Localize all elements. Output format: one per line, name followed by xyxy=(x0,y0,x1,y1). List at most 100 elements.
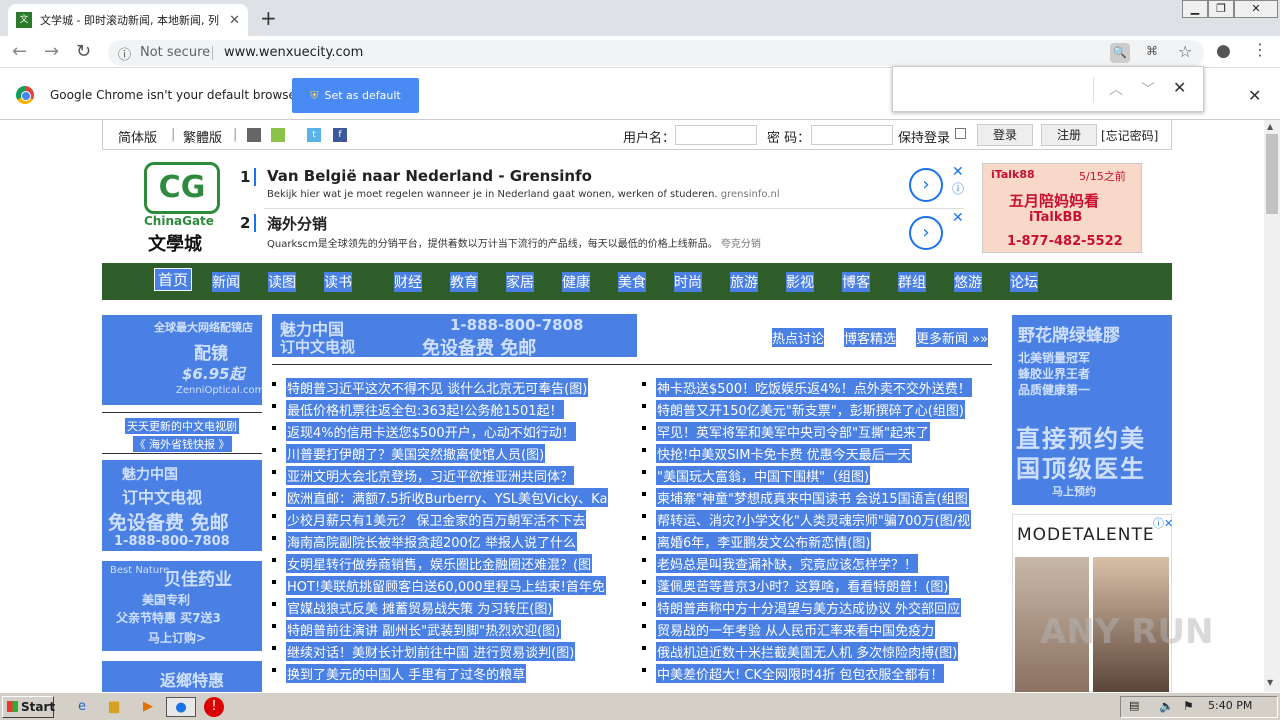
news-link[interactable]: 官媒战狼式反美 摊蓄贸易战失策 为习转圧(图) xyxy=(286,598,554,617)
hot-topics-link[interactable]: 热点讨论 xyxy=(772,328,825,347)
savings-link[interactable]: 《 海外省钱快报 》 xyxy=(132,436,232,452)
volume-icon[interactable]: 🔈 xyxy=(1159,699,1174,713)
news-link[interactable]: 少校月薪只有1美元？ 保卫金家的百万朝军活不下去 xyxy=(286,510,587,529)
news-link[interactable]: 海南高院副院长被举报贪超200亿 举报人说了什么 xyxy=(286,532,577,551)
news-link[interactable]: 特朗普习近平这次不得不见 谈什么北京无可奉告(图) xyxy=(286,378,589,397)
site-logo[interactable]: CG ChinaGate 文學城 xyxy=(140,162,224,255)
nav-fashion[interactable]: 时尚 xyxy=(674,272,702,292)
modetalente-ad[interactable]: MODETALENTE ⓘ✕ xyxy=(1012,514,1173,692)
minimize-icon[interactable]: ▁ xyxy=(1182,0,1208,18)
best-nature-ad[interactable]: Best Nature 贝佳药业 美国专利 父亲节特惠 买7送3 马上订购> xyxy=(102,561,262,651)
news-link[interactable]: 快抢!中美双SIM卡免卡费 优惠今天最后一天 xyxy=(656,444,912,463)
zenni-optical-ad[interactable]: 全球最大网络配镜店 配镜 $6.95起 ZenniOptical.com xyxy=(102,315,262,405)
nav-groups[interactable]: 群组 xyxy=(898,272,926,292)
tv-series-link[interactable]: 天天更新的中文电视剧 xyxy=(125,418,239,434)
text-ad-2[interactable]: 2 海外分销 Quarkscm是全球领先的分销平台，提供着数以万计当下流行的产品… xyxy=(240,210,970,254)
username-input[interactable] xyxy=(675,125,757,145)
blog-picks-link[interactable]: 博客精选 xyxy=(844,328,897,347)
news-link[interactable]: 特朗普前往演讲 副州长"武装到脚"热烈欢迎(图) xyxy=(286,620,562,639)
news-link[interactable]: 离婚6年，李亚鹏发文公布新恋情(图) xyxy=(656,532,872,551)
news-link[interactable]: HOT!美联航挑留顾客白送60,000里程马上结束!首年免 xyxy=(286,576,606,595)
start-button[interactable]: Start xyxy=(2,696,55,718)
nav-forum[interactable]: 论坛 xyxy=(1010,272,1038,292)
news-link[interactable]: 女明星转行做券商销售，娱乐圈比金融圈还难混？(图 xyxy=(286,554,593,573)
health-ad-right[interactable]: 野花牌绿蜂膠 北美销量冠军 蜂胶业界王者 品质健康第一 直接预约美 国顶级医生 … xyxy=(1012,315,1172,505)
ad-headline[interactable]: Van België naar Nederland - Grensinfo xyxy=(267,167,592,185)
antivirus-icon[interactable]: ! xyxy=(204,697,224,717)
news-link[interactable]: 特朗普又开150亿美元"新支票"，彭斯撰碎了心(组图) xyxy=(656,400,965,419)
apple-icon[interactable] xyxy=(247,128,261,142)
nav-movies[interactable]: 影视 xyxy=(786,272,814,292)
info-icon[interactable]: ⓘ xyxy=(118,44,131,63)
nav-food[interactable]: 美食 xyxy=(618,272,646,292)
new-tab-icon[interactable]: + xyxy=(260,6,277,30)
login-button[interactable]: 登录 xyxy=(977,124,1033,146)
news-link[interactable]: 欧洲直邮：满额7.5折收Burberry、YSL美包Vicky、Ka xyxy=(286,488,609,507)
twitter-icon[interactable]: t xyxy=(307,128,321,142)
chinese-tv-banner[interactable]: 魅力中国 1-888-800-7808 订中文电视 免设备费 免邮 xyxy=(272,314,637,359)
news-link[interactable]: "美国玩大富翁，中国下围棋"（组图) xyxy=(656,466,871,485)
text-ad-1[interactable]: 1 Van België naar Nederland - Grensinfo … xyxy=(240,164,970,208)
news-link[interactable]: 特朗普声称中方十分渴望与美方达成协议 外交部回应 xyxy=(656,598,962,617)
find-previous-icon[interactable]: ︿ xyxy=(1109,79,1123,99)
nav-education[interactable]: 教育 xyxy=(450,272,478,292)
find-icon[interactable]: 🔍 xyxy=(1110,43,1130,63)
facebook-icon[interactable]: f xyxy=(333,128,347,142)
news-link[interactable]: 俄战机迫近数十米拦截美国无人机 多次惊险肉搏(图) xyxy=(656,642,959,661)
close-tab-icon[interactable]: ✕ xyxy=(229,13,240,28)
flag-icon[interactable]: ⚑ xyxy=(1183,699,1194,713)
news-link[interactable]: 帮转运、消灾?小学文化"人类灵魂宗师"骗700万(图/视 xyxy=(656,510,972,529)
simplified-link[interactable]: 简体版 xyxy=(118,127,157,146)
translate-icon[interactable]: ⌘ xyxy=(1146,44,1158,58)
network-icon[interactable]: ▤ xyxy=(1129,699,1139,712)
address-bar[interactable]: ⓘ Not secure www.wenxuecity.com 🔍 ⌘ ☆ xyxy=(108,40,1204,66)
find-close-icon[interactable]: ✕ xyxy=(1173,78,1186,97)
nav-news[interactable]: 新闻 xyxy=(212,272,240,292)
news-link[interactable]: 老妈总是叫我查漏补缺，究竟应该怎样学？！ xyxy=(656,554,919,573)
news-link[interactable]: 继续对话！美财长计划前往中国 进行贸易谈判(图) xyxy=(286,642,576,661)
nav-home[interactable]: 首页 xyxy=(153,268,193,291)
news-link[interactable]: 神卡恐送$500！吃饭娱乐返4%！点外卖不交外送费！ xyxy=(656,378,972,397)
chrome-taskbar-icon[interactable]: ● xyxy=(166,697,196,717)
nav-home-living[interactable]: 家居 xyxy=(506,272,534,292)
register-button[interactable]: 注册 xyxy=(1041,124,1097,146)
news-link[interactable]: 返现4%的信用卡送您$500开户，心动不如行动！ xyxy=(286,422,576,441)
homecoming-ad[interactable]: 返鄉特惠 xyxy=(102,661,262,692)
browser-tab[interactable]: 文 文学城 - 即时滚动新闻, 本地新闻, 列 ✕ xyxy=(8,4,248,36)
window-close-icon[interactable]: ✕ xyxy=(1234,0,1278,18)
find-next-icon[interactable]: ﹀ xyxy=(1141,79,1155,99)
ad-info-icon[interactable]: ⓘ✕ xyxy=(1153,515,1173,531)
ad-close-icon[interactable]: ✕ xyxy=(952,164,964,180)
news-link[interactable]: 换到了美元的中国人 手里有了过冬的粮草 xyxy=(286,664,527,683)
nav-travel[interactable]: 旅游 xyxy=(730,272,758,292)
reload-icon[interactable]: ↻ xyxy=(76,41,91,62)
news-link[interactable]: 川普要打伊朗了？美国突然撤离使馆人员(图) xyxy=(286,444,546,463)
traditional-link[interactable]: 繁體版 xyxy=(183,127,222,146)
nav-books[interactable]: 读书 xyxy=(324,272,352,292)
folder-icon[interactable]: ▆ xyxy=(104,697,124,717)
url-text[interactable]: www.wenxuecity.com xyxy=(224,45,363,60)
scrollbar-thumb[interactable] xyxy=(1266,134,1278,214)
nav-health[interactable]: 健康 xyxy=(562,272,590,292)
android-icon[interactable] xyxy=(271,128,285,142)
menu-icon[interactable]: ⋮ xyxy=(1252,40,1268,59)
ad-close-icon[interactable]: ✕ xyxy=(952,210,964,226)
news-link[interactable]: 中美差价超大! CK全网限时4折 包包衣服全都有！ xyxy=(656,664,945,683)
ad-go-icon[interactable]: › xyxy=(909,216,943,250)
chinese-tv-ad-left[interactable]: 魅力中国 订中文电视 免设备费 免邮 1-888-800-7808 xyxy=(102,460,262,551)
ad-headline[interactable]: 海外分销 xyxy=(267,213,327,234)
password-input[interactable] xyxy=(811,125,893,145)
italkbb-ad[interactable]: iTalk88 5/15之前 五月陪妈妈看 iTalkBB 1-877-482-… xyxy=(982,163,1142,253)
forward-icon[interactable]: → xyxy=(44,41,59,62)
nav-finance[interactable]: 财经 xyxy=(394,272,422,292)
find-input[interactable] xyxy=(899,75,1089,103)
profile-icon[interactable]: ● xyxy=(1216,41,1231,61)
media-player-icon[interactable]: ▶ xyxy=(138,697,158,717)
news-link[interactable]: 罕见！英军将军和美军中央司令部"互撕"起来了 xyxy=(656,422,930,441)
ad-info-icon[interactable]: ⓘ xyxy=(952,180,964,197)
remember-checkbox[interactable] xyxy=(955,128,966,139)
news-link[interactable]: 贸易战的一年考验 从人民币汇率来看中国免疫力 xyxy=(656,620,936,639)
news-link[interactable]: 亚洲文明大会北京登场，习近平欲推亚洲共同体？ xyxy=(286,466,575,485)
ie-icon[interactable]: e xyxy=(72,697,92,717)
news-link[interactable]: 柬埔寨"神童"梦想成真来中国读书 会说15国语言(组图 xyxy=(656,488,969,507)
